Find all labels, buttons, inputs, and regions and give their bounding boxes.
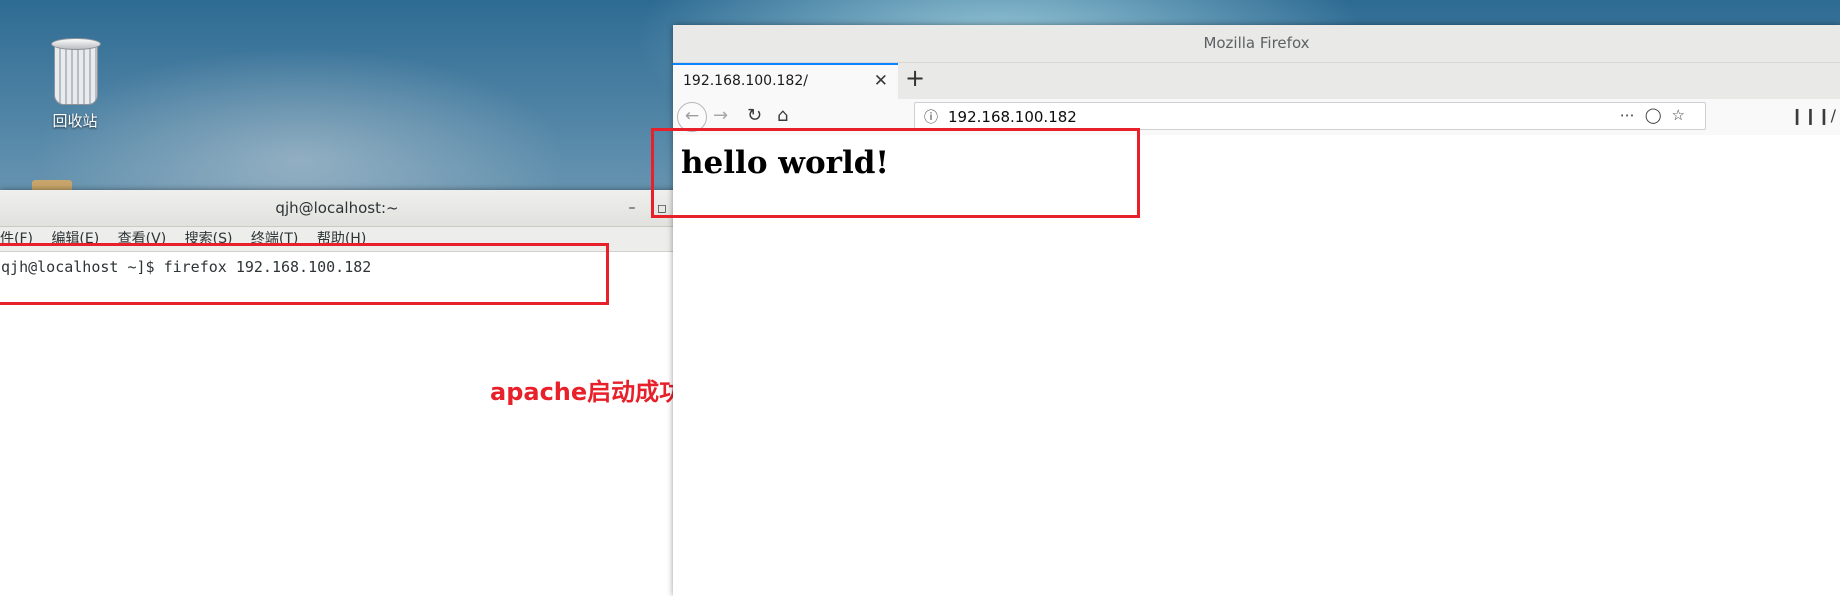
menu-edit[interactable]: 编辑(E) [51,227,99,251]
bookmark-star-icon[interactable]: ☆ [1672,106,1695,124]
terminal-title: qjh@localhost:~ [275,199,399,217]
trash-label: 回收站 [52,112,98,130]
menu-view[interactable]: 查看(V) [118,227,167,251]
reload-icon[interactable]: ↻ [747,105,762,126]
terminal-menubar: 文件(F) 编辑(E) 查看(V) 搜索(S) 终端(T) 帮助(H) [0,227,714,252]
page-content: hello world! [673,135,1840,596]
url-text: 192.168.100.182 [948,108,1077,126]
home-icon[interactable]: ⌂ [777,105,788,126]
firefox-window[interactable]: Mozilla Firefox 192.168.100.182/ ✕ + ← →… [673,25,1840,596]
site-info-icon[interactable]: ⓘ [924,107,938,127]
trash-icon [49,38,101,105]
library-icon[interactable]: ❙❙❙∕ [1790,106,1836,125]
maximize-button[interactable]: ◻ [652,198,672,218]
page-actions: ⋯◯☆ [1620,106,1695,124]
pocket-icon[interactable]: ◯ [1645,106,1672,124]
forward-button[interactable]: → [713,105,728,126]
minimize-button[interactable]: – [622,198,642,218]
url-bar[interactable]: ⓘ 192.168.100.182 ⋯◯☆ [914,102,1706,130]
menu-terminal[interactable]: 终端(T) [251,227,298,251]
terminal-titlebar[interactable]: qjh@localhost:~ – ◻ ✕ [0,190,714,227]
menu-search[interactable]: 搜索(S) [185,227,233,251]
trash-desktop-icon[interactable]: 回收站 [40,38,110,131]
new-tab-button[interactable]: + [905,64,925,92]
terminal-prompt-line: [qjh@localhost ~]$ firefox 192.168.100.1… [0,258,372,276]
firefox-tabbar: 192.168.100.182/ ✕ + [673,63,1840,99]
firefox-navbar: ← → ↻ ⌂ ⓘ 192.168.100.182 ⋯◯☆ ❙❙❙∕ [673,99,1840,136]
tab-close-icon[interactable]: ✕ [874,71,888,91]
menu-file[interactable]: 文件(F) [0,227,33,251]
menu-help[interactable]: 帮助(H) [317,227,366,251]
more-actions-icon[interactable]: ⋯ [1620,106,1645,124]
back-button[interactable]: ← [677,102,707,132]
firefox-titlebar: Mozilla Firefox [673,25,1840,63]
annotation-text: apache启动成功 [490,378,684,406]
tab-active[interactable]: 192.168.100.182/ ✕ [673,63,898,99]
tab-label: 192.168.100.182/ [683,73,808,89]
terminal-output[interactable]: [qjh@localhost ~]$ firefox 192.168.100.1… [0,252,714,596]
page-heading: hello world! [681,145,890,181]
